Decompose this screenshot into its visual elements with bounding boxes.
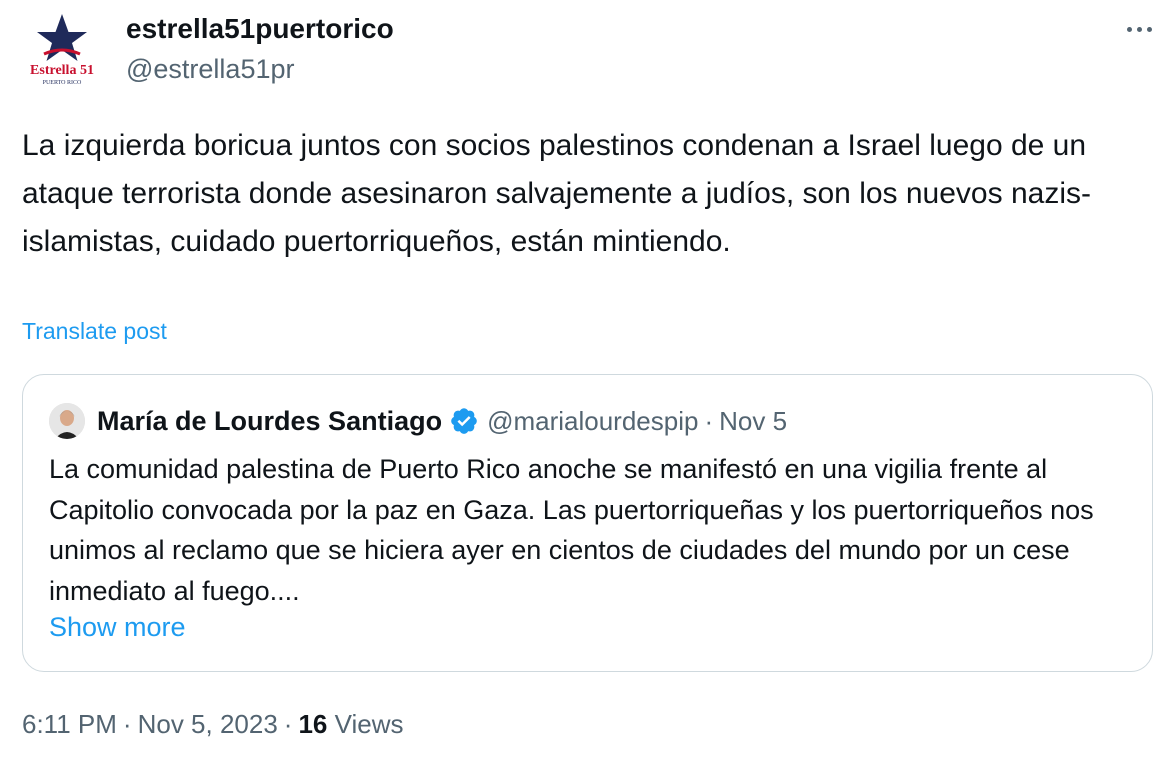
post-metadata: 6:11 PM · Nov 5, 2023 · 16 Views	[22, 706, 404, 742]
svg-text:PUERTO RICO: PUERTO RICO	[43, 80, 82, 86]
post-header: Estrella 51 PUERTO RICO estrella51puerto…	[22, 10, 1152, 100]
post-time[interactable]: 6:11 PM	[22, 709, 117, 739]
svg-text:Estrella 51: Estrella 51	[30, 63, 94, 78]
person-avatar-icon	[49, 403, 85, 439]
quoted-post-card[interactable]: María de Lourdes Santiago @marialourdesp…	[22, 374, 1153, 672]
quoted-post-text: La comunidad palestina de Puerto Rico an…	[49, 454, 1094, 606]
author-names: estrella51puertorico @estrella51pr	[126, 12, 394, 86]
show-more-link[interactable]: Show more	[49, 610, 186, 644]
meta-separator: ·	[283, 709, 293, 739]
estrella51-logo-icon: Estrella 51 PUERTO RICO	[22, 10, 102, 90]
quoted-separator: ·	[704, 405, 714, 436]
quoted-post-header: María de Lourdes Santiago @marialourdesp…	[49, 401, 787, 441]
quoted-post-date[interactable]: Nov 5	[719, 406, 787, 437]
more-dot	[1147, 26, 1152, 32]
author-handle[interactable]: @estrella51pr	[126, 52, 394, 86]
meta-separator: ·	[122, 709, 132, 739]
views-count: 16	[298, 709, 328, 739]
author-avatar[interactable]: Estrella 51 PUERTO RICO	[22, 10, 102, 90]
post-text: La izquierda boricua juntos con socios p…	[22, 129, 1091, 258]
views-label: Views	[334, 709, 404, 739]
more-dot	[1127, 26, 1132, 32]
verified-badge-icon	[449, 406, 479, 436]
author-display-name[interactable]: estrella51puertorico	[126, 12, 394, 46]
quoted-author-handle[interactable]: @marialourdespip	[487, 406, 698, 437]
more-dot	[1137, 26, 1142, 32]
post-date[interactable]: Nov 5, 2023	[138, 709, 278, 739]
more-options-icon[interactable]	[1112, 14, 1152, 44]
quoted-author-avatar[interactable]	[49, 403, 85, 439]
quoted-author-name[interactable]: María de Lourdes Santiago	[97, 406, 442, 437]
translate-post-link[interactable]: Translate post	[22, 316, 167, 346]
